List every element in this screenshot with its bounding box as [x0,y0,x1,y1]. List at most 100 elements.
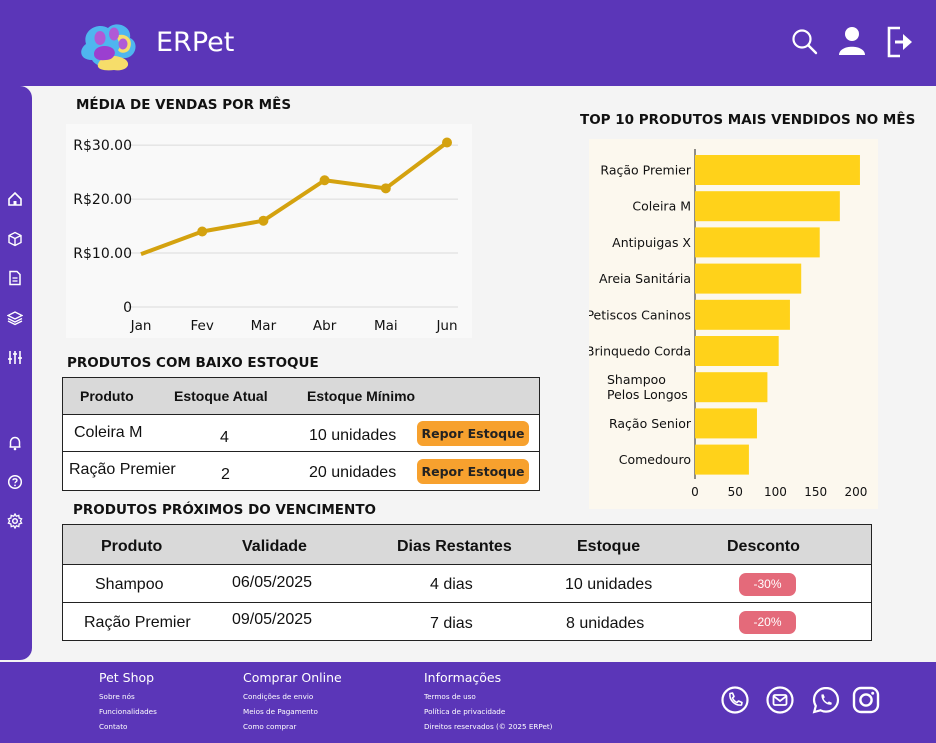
y-tick-label: R$30.00 [73,138,132,154]
table-row: Ração Premier 09/05/2025 7 dias 8 unidad… [63,602,871,640]
user-icon[interactable] [835,24,869,60]
discount-badge: -30% [739,573,796,596]
minimum-stock: 20 unidades [309,464,397,481]
footer-link[interactable]: Contato [99,722,127,731]
restock-button[interactable]: Repor Estoque [417,421,529,446]
category-label: Petiscos Caninos [589,307,691,322]
bar [695,336,779,366]
footer-link: Direitos reservados (© 2025 ERPet) [424,722,553,731]
category-label: Coleira M [632,199,691,214]
stock-quantity: 8 unidades [566,615,645,632]
product-name: Shampoo [95,576,164,593]
layers-icon[interactable] [7,310,23,326]
top-products-bar-chart-svg: Ração Premier Coleira M Antipuigas X Areia … [589,149,867,499]
category-label: Ração Premier [600,163,691,178]
category-label: Ração Senior [609,416,692,431]
stock-quantity: 10 unidades [565,576,653,593]
instagram-icon[interactable] [851,685,881,715]
discount-badge: -20% [739,611,796,634]
bar [695,227,820,258]
phone-icon[interactable] [720,685,750,715]
category-label: Antipuigas X [612,235,691,250]
home-icon[interactable] [7,191,23,207]
product-name: Coleira M [74,424,143,441]
minimum-stock: 10 unidades [309,427,397,444]
x-tick-label: 200 [844,485,867,499]
expiring-title: PRODUTOS PRÓXIMOS DO VENCIMENTO [73,502,377,518]
footer-link[interactable]: Termos de uso [424,692,476,701]
series-line [140,140,449,257]
help-icon[interactable] [7,474,23,490]
footer-heading: Pet Shop [99,670,155,685]
footer-heading: Informações [424,670,502,685]
column-header: Dias Restantes [397,538,512,555]
column-header: Validade [242,538,307,555]
data-point [197,226,208,237]
top-products-title: TOP 10 PRODUTOS MAIS VENDIDOS NO MÊS [580,112,916,128]
footer-link[interactable]: Política de privacidade [424,707,505,716]
app-title: ERPet [156,27,235,58]
days-remaining: 4 dias [430,576,473,593]
expiry-date: 09/05/2025 [232,611,313,628]
category-label: Pelos Longos [607,387,688,402]
current-stock: 2 [221,466,230,483]
x-tick-label: 150 [804,485,827,499]
x-tick-label: Abr [313,318,337,334]
x-tick-label: Fev [191,318,214,334]
low-stock-table: Produto Estoque Atual Estoque Mínimo Col… [62,377,540,491]
days-remaining: 7 dias [430,615,473,632]
bar [695,263,802,294]
top-products-bar-chart: Ração Premier Coleira M Antipuigas X Areia … [589,139,878,509]
sales-line-chart: 0 R$10.00 R$20.00 R$30.00 Jan Fev Mar Abr Mai Jun [66,124,472,338]
y-tick-label: 0 [123,300,132,316]
low-stock-title: PRODUTOS COM BAIXO ESTOQUE [67,355,319,371]
footer-link[interactable]: Condições de envio [243,692,313,701]
data-point [258,215,269,226]
category-label: Comedouro [619,452,691,467]
product-name: Ração Premier [69,461,176,478]
logout-icon[interactable] [884,24,918,60]
paw-logo [81,24,136,71]
footer-link[interactable]: Meios de Pagamento [243,707,318,716]
data-point [380,183,391,194]
settings-icon[interactable] [7,513,23,529]
table-row: Coleira M 4 10 unidades Repor Estoque [63,414,539,451]
expiring-products-table: Produto Validade Dias Restantes Estoque … [62,524,872,641]
restock-button[interactable]: Repor Estoque [417,459,529,484]
data-point [319,175,330,186]
x-tick-label: Mai [374,318,398,334]
x-tick-label: 0 [691,485,699,499]
column-header: Produto [80,388,134,404]
document-icon[interactable] [7,270,23,286]
bell-icon[interactable] [7,435,23,451]
search-icon[interactable] [789,24,823,60]
column-header: Desconto [727,538,800,555]
data-point [442,137,452,148]
table-row: Ração Premier 2 20 unidades Repor Estoqu… [63,451,539,490]
x-tick-label: Mar [251,318,277,334]
x-tick-label: 50 [728,485,743,499]
column-header: Produto [101,538,163,555]
sales-line-chart-svg: 0 R$10.00 R$20.00 R$30.00 Jan Fev Mar Abr Mai Jun [73,137,458,334]
product-name: Ração Premier [84,614,191,631]
column-header: Estoque Atual [174,388,268,404]
bar [695,191,840,222]
expiry-date: 06/05/2025 [232,574,313,591]
y-tick-label: R$20.00 [73,192,132,208]
footer-heading: Comprar Online [243,670,342,685]
y-tick-label: R$10.00 [73,246,132,262]
table-header-row: Produto Validade Dias Restantes Estoque … [63,525,871,564]
x-tick-label: Jun [435,318,457,334]
footer-link[interactable]: Funcionalidades [99,707,157,716]
footer-link[interactable]: Sobre nós [99,692,135,701]
sliders-icon[interactable] [7,349,23,365]
category-label: Brinquedo Corda [589,344,691,359]
x-tick-label: Jan [130,318,152,334]
table-header-row: Produto Estoque Atual Estoque Mínimo [63,378,539,414]
whatsapp-icon[interactable] [811,685,841,715]
bar [695,299,790,330]
mail-icon[interactable] [765,685,795,715]
footer-link[interactable]: Como comprar [243,722,296,731]
box-icon[interactable] [7,231,23,247]
column-header: Estoque Mínimo [307,388,416,404]
